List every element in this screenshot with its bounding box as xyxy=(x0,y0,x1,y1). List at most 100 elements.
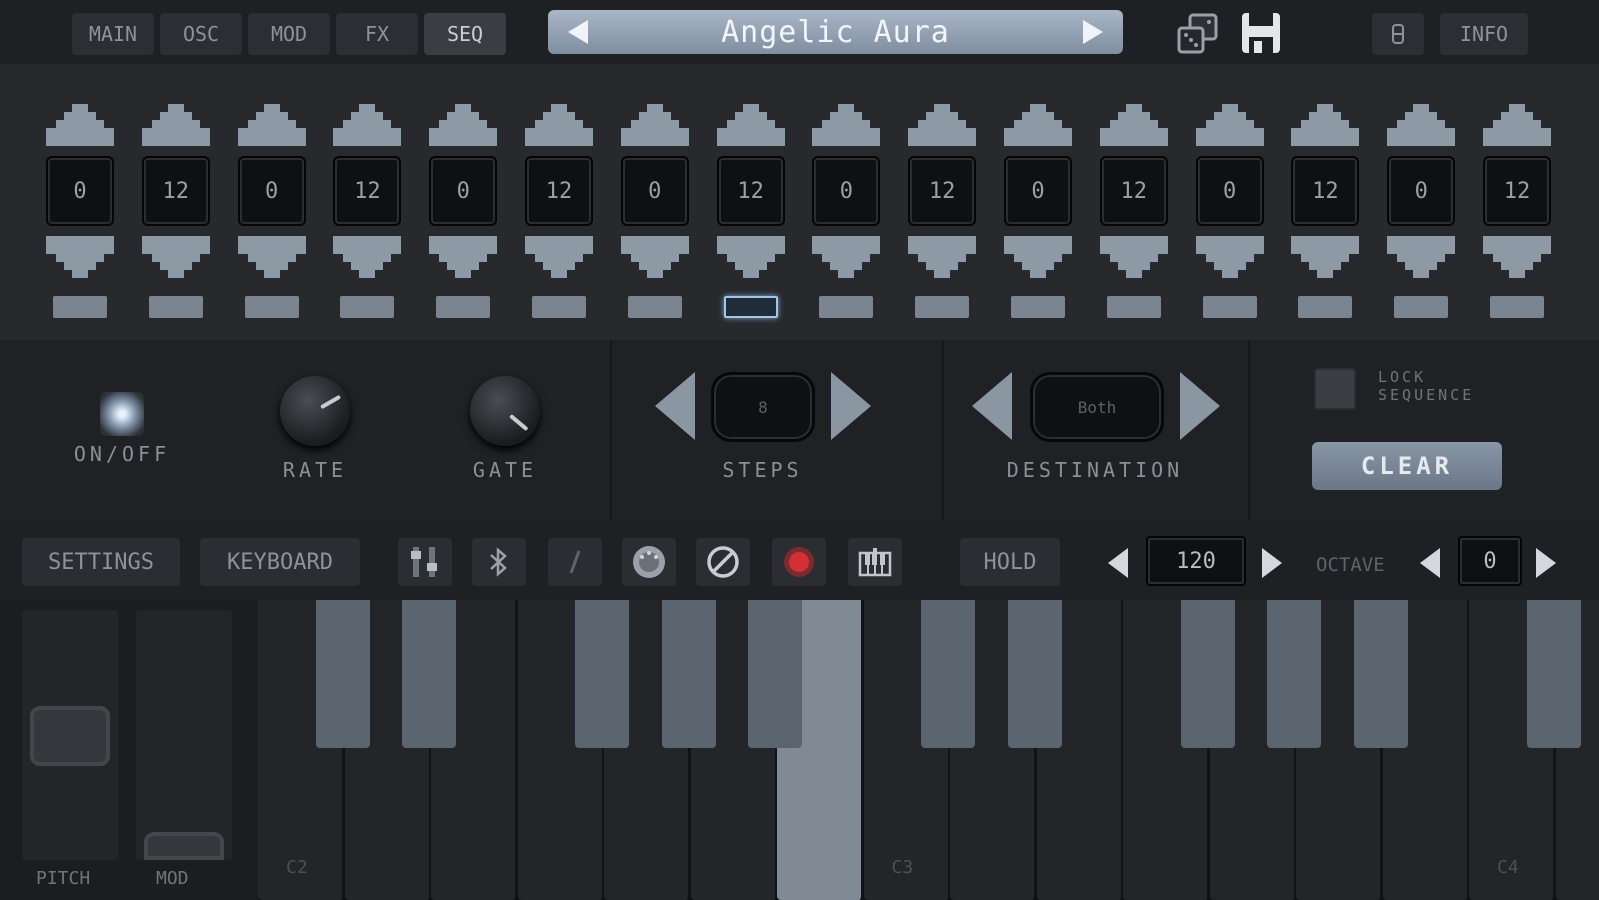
step-up-arrow-icon[interactable] xyxy=(525,104,593,146)
step-up-arrow-icon[interactable] xyxy=(620,104,689,146)
edit-button[interactable] xyxy=(548,538,602,586)
step-value[interactable]: 12 xyxy=(141,156,210,226)
destination-value: Both xyxy=(1030,372,1164,442)
step-up-arrow-icon[interactable] xyxy=(1195,104,1264,146)
step-up-arrow-icon[interactable] xyxy=(1291,104,1360,146)
step-up-arrow-icon[interactable] xyxy=(1004,104,1072,146)
step-value[interactable]: 0 xyxy=(620,156,689,226)
step-value[interactable]: 12 xyxy=(333,156,402,226)
tab-osc[interactable]: OSC xyxy=(160,13,242,55)
black-key[interactable] xyxy=(1353,600,1408,748)
step-value[interactable]: 0 xyxy=(812,156,881,226)
step-up-arrow-icon[interactable] xyxy=(141,104,210,146)
step-down-arrow-icon[interactable] xyxy=(1195,236,1264,278)
step-down-arrow-icon[interactable] xyxy=(237,236,306,278)
step-up-arrow-icon[interactable] xyxy=(908,104,977,146)
step-down-arrow-icon[interactable] xyxy=(716,236,785,278)
step-value[interactable]: 0 xyxy=(1004,156,1072,226)
step-down-arrow-icon[interactable] xyxy=(46,236,114,278)
tab-fx[interactable]: FX xyxy=(336,13,418,55)
step-value[interactable]: 12 xyxy=(525,156,593,226)
black-key[interactable] xyxy=(1007,600,1062,748)
onoff-led-button[interactable] xyxy=(100,392,144,436)
black-key[interactable] xyxy=(661,600,716,748)
step-value[interactable]: 12 xyxy=(908,156,977,226)
step-value[interactable]: 12 xyxy=(1099,156,1168,226)
mod-wheel-thumb[interactable] xyxy=(144,832,224,860)
octave-increase-icon[interactable] xyxy=(1536,548,1556,578)
black-key[interactable] xyxy=(921,600,975,748)
step-down-arrow-icon[interactable] xyxy=(908,236,977,278)
step-up-arrow-icon[interactable] xyxy=(429,104,498,146)
black-key[interactable] xyxy=(748,600,802,748)
tab-main[interactable]: MAIN xyxy=(72,13,154,55)
black-key[interactable] xyxy=(1526,600,1581,748)
dice-icon[interactable] xyxy=(1175,12,1221,56)
black-key[interactable] xyxy=(1180,600,1235,748)
step-down-arrow-icon[interactable] xyxy=(429,236,498,278)
step-up-arrow-icon[interactable] xyxy=(1099,104,1168,146)
keyboard-button[interactable]: KEYBOARD xyxy=(200,538,360,586)
step-down-arrow-icon[interactable] xyxy=(1291,236,1360,278)
step-up-arrow-icon[interactable] xyxy=(1387,104,1456,146)
step-value[interactable]: 12 xyxy=(1483,156,1551,226)
record-button[interactable] xyxy=(772,538,826,586)
pitch-wheel-thumb[interactable] xyxy=(30,706,110,766)
tempo-increase-icon[interactable] xyxy=(1262,548,1282,578)
destination-prev-icon[interactable] xyxy=(972,372,1012,440)
lock-sequence-checkbox[interactable] xyxy=(1314,368,1356,410)
preset-next-icon[interactable] xyxy=(1083,20,1103,44)
step-value[interactable]: 0 xyxy=(429,156,498,226)
gate-label: GATE xyxy=(472,458,538,482)
info-button[interactable]: INFO xyxy=(1440,13,1528,55)
black-key[interactable] xyxy=(575,600,629,748)
black-key[interactable] xyxy=(402,600,456,748)
step-up-arrow-icon[interactable] xyxy=(333,104,402,146)
preset-selector[interactable]: Angelic Aura xyxy=(548,10,1123,54)
panic-button[interactable] xyxy=(696,538,750,586)
destination-next-icon[interactable] xyxy=(1180,372,1220,440)
black-key[interactable] xyxy=(1267,600,1321,748)
steps-increase-icon[interactable] xyxy=(831,372,871,440)
step-value[interactable]: 12 xyxy=(1291,156,1360,226)
settings-button[interactable]: SETTINGS xyxy=(22,538,180,586)
step-value[interactable]: 12 xyxy=(716,156,785,226)
step-value[interactable]: 0 xyxy=(237,156,306,226)
gate-knob[interactable] xyxy=(470,376,540,446)
keyboard-layout-button[interactable] xyxy=(848,538,902,586)
black-key[interactable] xyxy=(315,600,370,748)
clear-button[interactable]: CLEAR xyxy=(1312,442,1502,490)
pitch-wheel[interactable] xyxy=(22,610,118,860)
step-up-arrow-icon[interactable] xyxy=(812,104,881,146)
hold-button[interactable]: HOLD xyxy=(960,538,1060,586)
step-down-arrow-icon[interactable] xyxy=(1099,236,1168,278)
step-down-arrow-icon[interactable] xyxy=(812,236,881,278)
step-up-arrow-icon[interactable] xyxy=(716,104,785,146)
step-value[interactable]: 0 xyxy=(1195,156,1264,226)
tab-seq[interactable]: SEQ xyxy=(424,13,506,55)
save-icon[interactable] xyxy=(1238,10,1284,56)
rate-knob[interactable] xyxy=(280,376,350,446)
step-up-arrow-icon[interactable] xyxy=(237,104,306,146)
sliders-button[interactable] xyxy=(398,538,452,586)
mod-wheel[interactable] xyxy=(136,610,232,860)
step-down-arrow-icon[interactable] xyxy=(620,236,689,278)
octave-decrease-icon[interactable] xyxy=(1420,548,1440,578)
bluetooth-button[interactable] xyxy=(472,538,526,586)
preset-prev-icon[interactable] xyxy=(568,20,588,44)
step-up-arrow-icon[interactable] xyxy=(1483,104,1551,146)
step-down-arrow-icon[interactable] xyxy=(1387,236,1456,278)
steps-decrease-icon[interactable] xyxy=(655,372,695,440)
step-down-arrow-icon[interactable] xyxy=(525,236,593,278)
tab-mod[interactable]: MOD xyxy=(248,13,330,55)
step-value[interactable]: 0 xyxy=(1387,156,1456,226)
step-down-arrow-icon[interactable] xyxy=(1483,236,1551,278)
step-down-arrow-icon[interactable] xyxy=(141,236,210,278)
midi-button[interactable] xyxy=(622,538,676,586)
step-down-arrow-icon[interactable] xyxy=(1004,236,1072,278)
tempo-decrease-icon[interactable] xyxy=(1108,548,1128,578)
step-down-arrow-icon[interactable] xyxy=(333,236,402,278)
memory-button[interactable] xyxy=(1372,13,1424,55)
step-up-arrow-icon[interactable] xyxy=(46,104,114,146)
step-value[interactable]: 0 xyxy=(46,156,114,226)
